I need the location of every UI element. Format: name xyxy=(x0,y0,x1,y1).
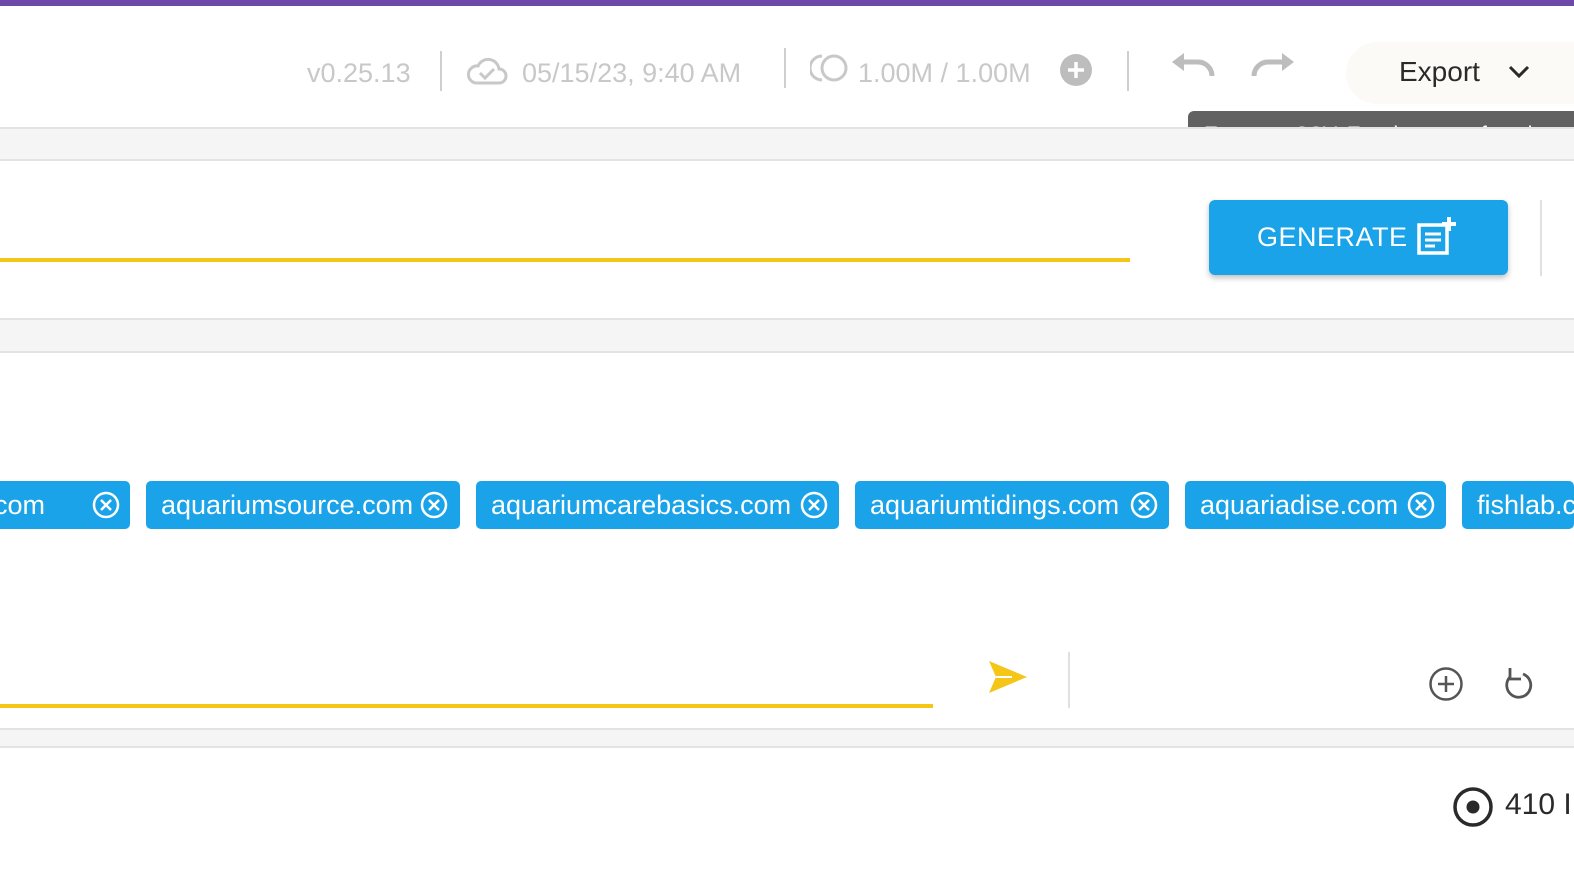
plus-circle-icon[interactable] xyxy=(1059,53,1093,87)
export-button[interactable]: Export xyxy=(1346,42,1574,104)
close-circle-icon[interactable] xyxy=(1130,491,1158,519)
close-circle-icon[interactable] xyxy=(420,491,448,519)
redo-icon[interactable] xyxy=(1250,52,1296,82)
input-divider xyxy=(1068,652,1070,708)
toolbar: v0.25.13 05/15/23, 9:40 AM 1.00M / 1.00M… xyxy=(0,6,1574,128)
chip-label: ef.com xyxy=(0,490,46,520)
export-button-label: Export xyxy=(1399,56,1480,87)
close-circle-icon[interactable] xyxy=(800,491,828,519)
domain-chip[interactable]: aquariadise.com xyxy=(1185,481,1446,529)
undo-icon[interactable] xyxy=(1170,52,1216,82)
add-circle-icon[interactable] xyxy=(1428,666,1464,702)
radio-target-icon xyxy=(1453,787,1493,827)
chevron-down-icon xyxy=(1508,65,1530,79)
note-add-icon xyxy=(1417,217,1456,255)
saved-timestamp: 05/15/23, 9:40 AM xyxy=(522,58,742,88)
domain-chip[interactable]: aquariumtidings.com xyxy=(855,481,1169,529)
message-input-underline[interactable] xyxy=(0,704,933,708)
usage-counter: 1.00M / 1.00M xyxy=(858,58,1031,88)
chip-label: aquariumtidings.com xyxy=(870,490,1120,520)
domain-chip[interactable]: aquariumsource.com xyxy=(146,481,460,529)
generate-button[interactable]: GENERATE xyxy=(1209,200,1508,275)
close-circle-icon[interactable] xyxy=(1407,491,1435,519)
refresh-icon[interactable] xyxy=(1501,665,1535,703)
chip-label: aquariumsource.com xyxy=(161,490,414,520)
close-circle-icon[interactable] xyxy=(92,491,120,519)
panel-divider xyxy=(1540,200,1542,276)
domain-chip[interactable]: fishlab.c xyxy=(1462,481,1574,529)
section-divider xyxy=(0,318,1574,353)
generate-button-label: GENERATE xyxy=(1257,222,1408,252)
status-value: 410 I xyxy=(1505,788,1572,821)
domain-chip[interactable]: aquariumcarebasics.com xyxy=(476,481,839,529)
send-icon[interactable] xyxy=(988,660,1028,694)
cloud-icon xyxy=(467,57,508,85)
domain-chip[interactable]: ef.com xyxy=(0,481,130,529)
version-label: v0.25.13 xyxy=(307,58,411,88)
toolbar-divider xyxy=(440,51,442,91)
toolbar-divider xyxy=(1127,51,1129,91)
credits-icon xyxy=(810,54,848,82)
chip-label: aquariumcarebasics.com xyxy=(491,490,792,520)
section-divider xyxy=(0,127,1574,161)
prompt-input-underline[interactable] xyxy=(0,258,1130,262)
toolbar-divider xyxy=(784,48,786,88)
chip-label: fishlab.c xyxy=(1477,490,1574,520)
chip-label: aquariadise.com xyxy=(1200,490,1399,520)
section-divider xyxy=(0,728,1574,748)
